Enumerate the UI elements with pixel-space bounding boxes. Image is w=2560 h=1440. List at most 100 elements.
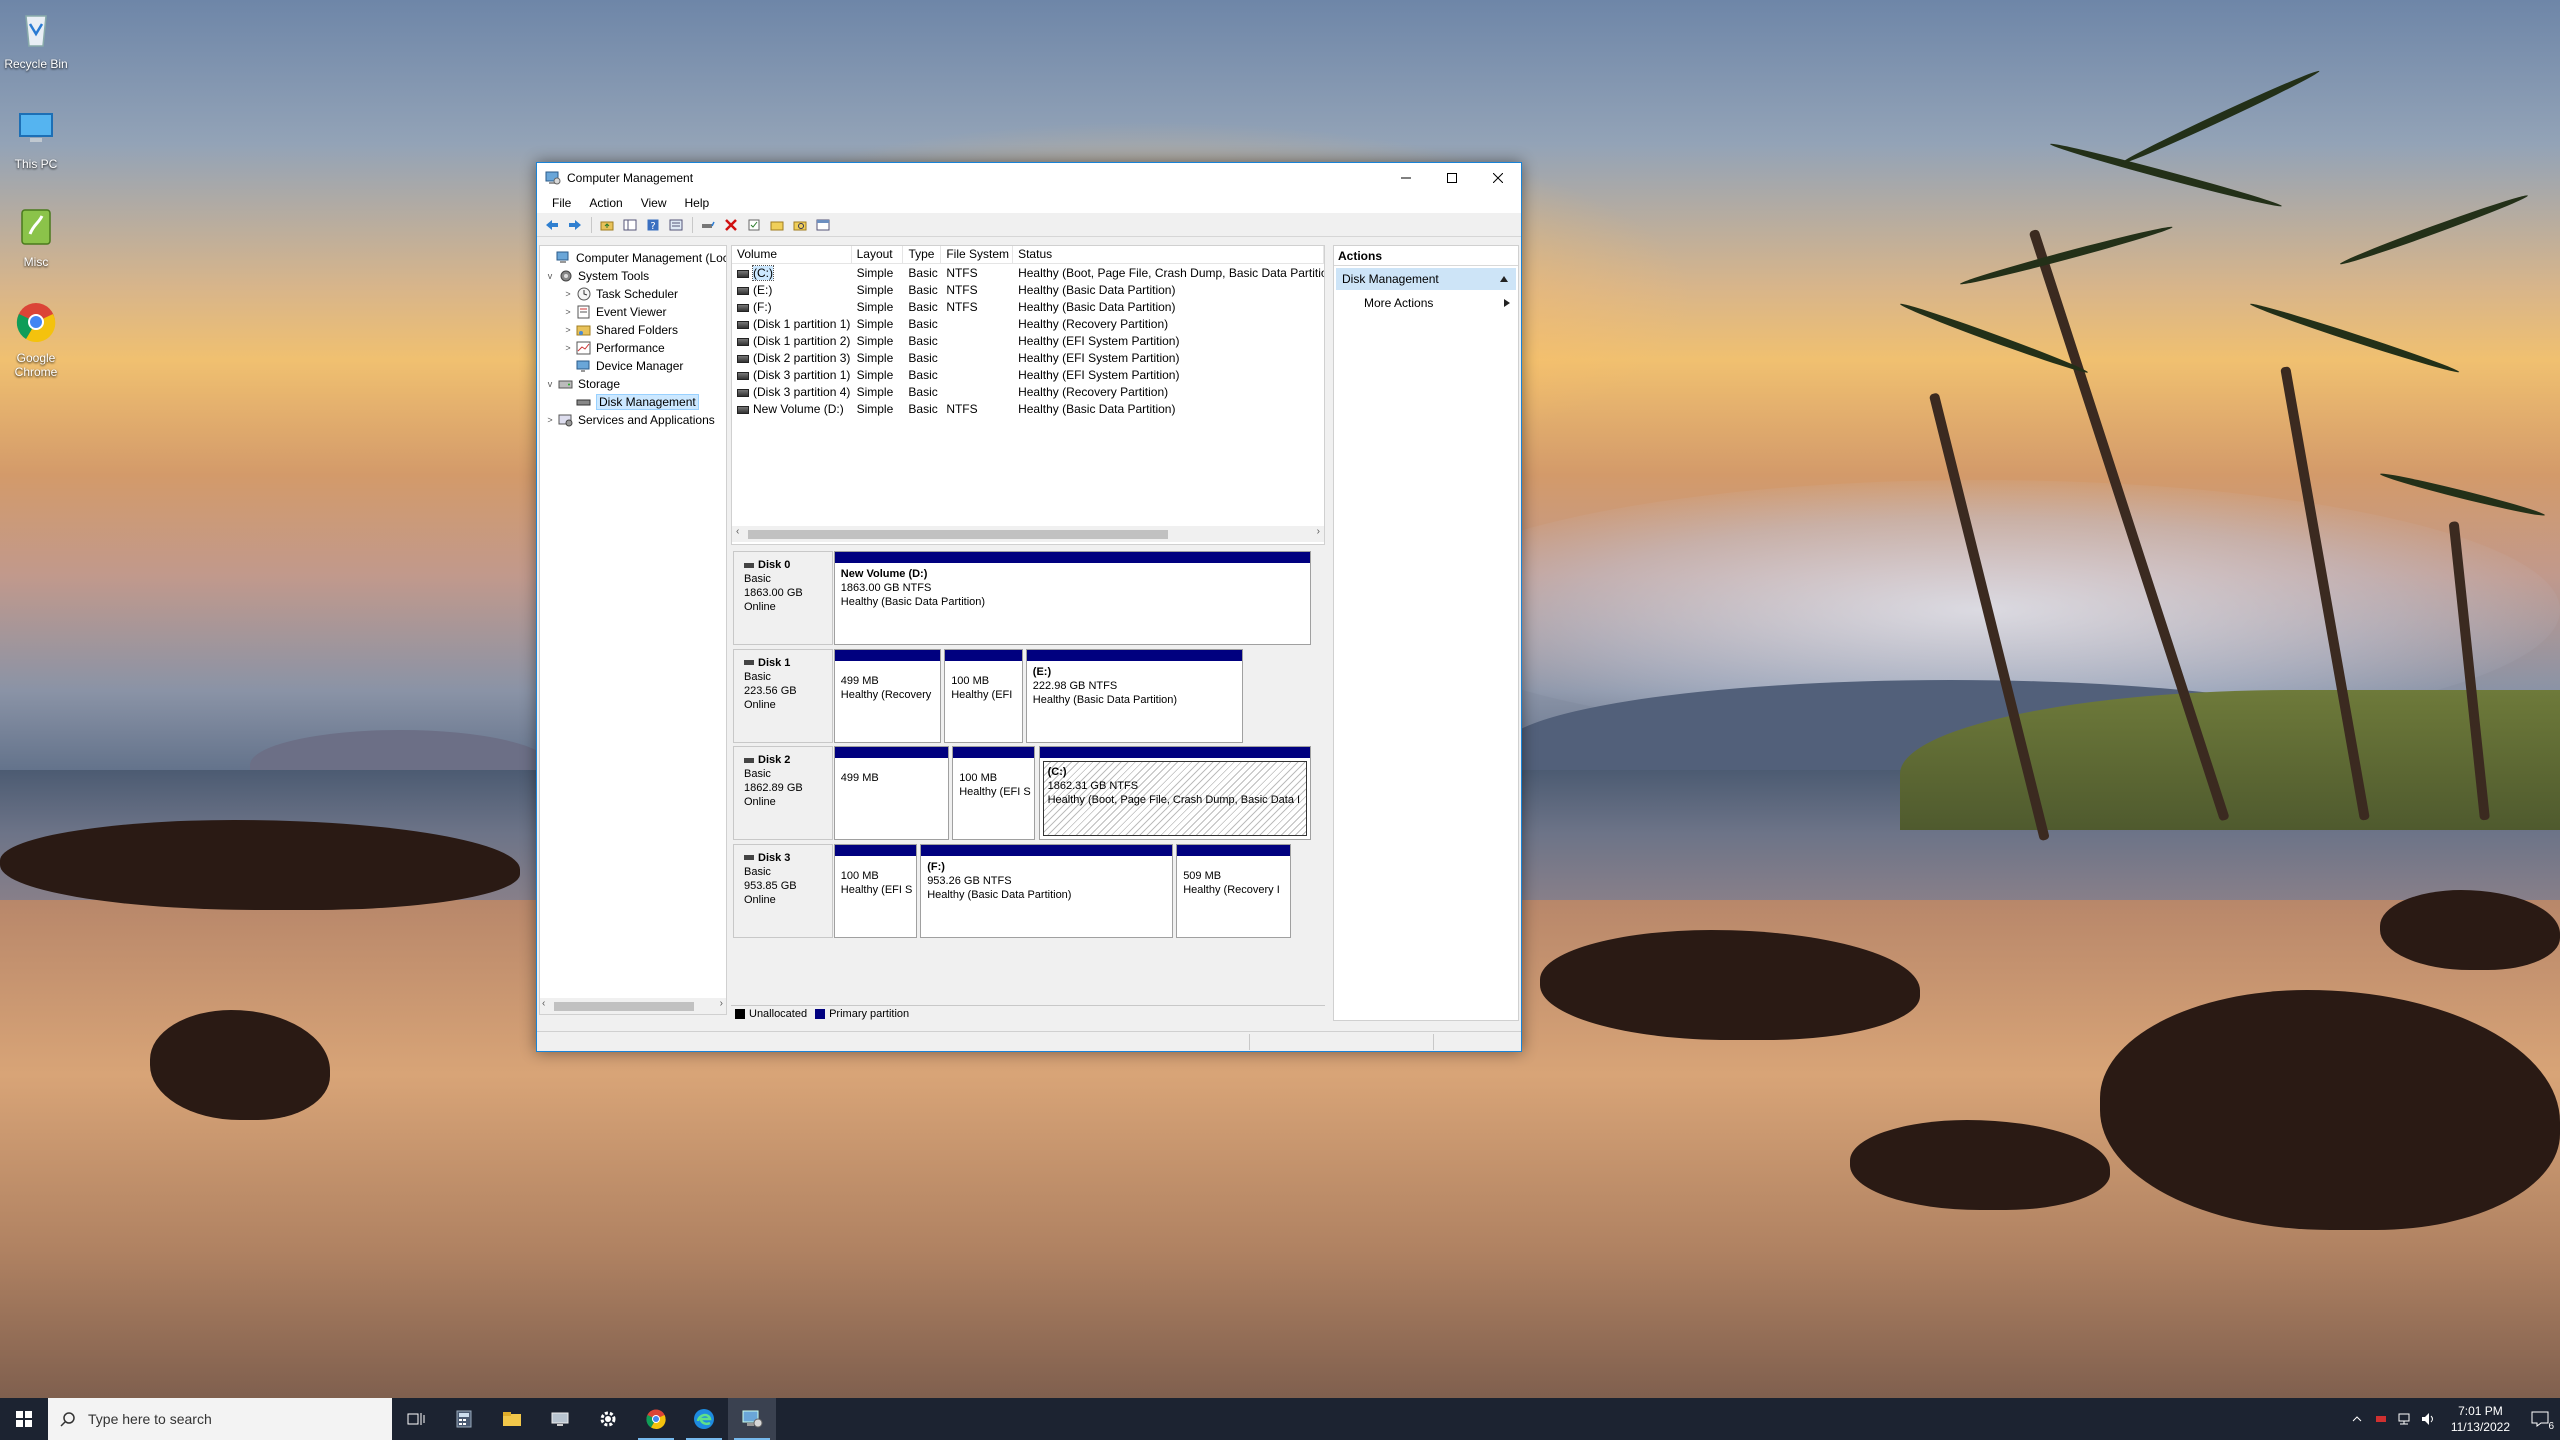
- partition-block[interactable]: 509 MB Healthy (Recovery I: [1176, 843, 1292, 938]
- tree-item-storage[interactable]: v Storage: [544, 375, 620, 393]
- volume-row[interactable]: (Disk 3 partition 1) Simple Basic Healthy (…: [732, 367, 1324, 384]
- expand-chevron-icon[interactable]: >: [562, 289, 574, 299]
- scroll-right-icon[interactable]: ›: [1317, 526, 1320, 537]
- check-button[interactable]: [743, 215, 765, 235]
- desktop-icon-misc[interactable]: Misc: [0, 204, 72, 269]
- tree-item-shared-folders[interactable]: > Shared Folders: [562, 321, 678, 339]
- forward-arrow-icon: [569, 219, 581, 230]
- column-header-status[interactable]: Status: [1013, 246, 1325, 263]
- taskbar-clock[interactable]: 7:01 PM 11/13/2022: [2441, 1403, 2520, 1435]
- expand-chevron-icon[interactable]: >: [562, 307, 574, 317]
- taskbar-computer-management[interactable]: [728, 1398, 776, 1440]
- tree-item-task-scheduler[interactable]: > Task Scheduler: [562, 285, 678, 303]
- show-hidden-icons-button[interactable]: [2345, 1398, 2369, 1440]
- partition-block[interactable]: (C:) 1862.31 GB NTFS Healthy (Boot, Page F…: [1038, 746, 1311, 841]
- disk-info[interactable]: Disk 0 Basic 1863.00 GB Online: [733, 551, 833, 645]
- disk-info[interactable]: Disk 1 Basic 223.56 GB Online: [733, 648, 833, 743]
- close-button[interactable]: [1475, 163, 1521, 193]
- tree-item-system-tools[interactable]: v System Tools: [544, 267, 649, 285]
- taskbar-calculator[interactable]: [440, 1398, 488, 1440]
- up-one-level-button[interactable]: [596, 215, 618, 235]
- search-folder-button[interactable]: [789, 215, 811, 235]
- desktop-icon-this-pc[interactable]: This PC: [0, 106, 72, 171]
- scroll-right-icon[interactable]: ›: [720, 998, 723, 1009]
- tree-item-performance[interactable]: > Performance: [562, 339, 664, 357]
- volume-button[interactable]: [2417, 1398, 2441, 1440]
- task-view-button[interactable]: [392, 1398, 440, 1440]
- disk-info[interactable]: Disk 2 Basic 1862.89 GB Online: [733, 746, 833, 841]
- collapse-chevron-icon[interactable]: v: [544, 379, 556, 389]
- back-button[interactable]: [541, 215, 563, 235]
- expand-chevron-icon[interactable]: >: [544, 415, 556, 425]
- system-tray: 7:01 PM 11/13/2022 6: [2345, 1398, 2560, 1440]
- scrollbar-thumb[interactable]: [748, 530, 1168, 539]
- partition-block[interactable]: 100 MB Healthy (EFI S: [833, 843, 917, 938]
- partition-block[interactable]: New Volume (D:) 1863.00 GB NTFS Healthy (B…: [833, 551, 1311, 645]
- partition-block[interactable]: 499 MB: [833, 746, 949, 841]
- properties-view-button[interactable]: [665, 215, 687, 235]
- taskbar-google-chrome[interactable]: [632, 1398, 680, 1440]
- tree-item-device-manager[interactable]: Device Manager: [562, 357, 683, 375]
- tree-item-disk-management[interactable]: Disk Management: [562, 393, 699, 411]
- volume-row[interactable]: (Disk 2 partition 3) Simple Basic Healthy (…: [732, 350, 1324, 367]
- volume-list-horizontal-scrollbar[interactable]: ‹ ›: [732, 526, 1324, 542]
- scrollbar-thumb[interactable]: [554, 1002, 694, 1011]
- column-header-layout[interactable]: Layout: [852, 246, 904, 263]
- disk-info[interactable]: Disk 3 Basic 953.85 GB Online: [733, 843, 833, 938]
- menu-action[interactable]: Action: [580, 196, 631, 210]
- help-button[interactable]: ?: [642, 215, 664, 235]
- minimize-button[interactable]: [1383, 163, 1429, 193]
- partition-block[interactable]: 499 MB Healthy (Recovery: [833, 648, 941, 743]
- tree-item-computer-management[interactable]: Computer Management (Local: [542, 249, 727, 267]
- tree-item-services-and-applications[interactable]: > Services and Applications: [544, 411, 714, 429]
- desktop-icon-google-chrome[interactable]: Google Chrome: [0, 300, 72, 379]
- new-folder-button[interactable]: [766, 215, 788, 235]
- menu-file[interactable]: File: [543, 196, 580, 210]
- partition-block[interactable]: (E:) 222.98 GB NTFS Healthy (Basic Data Pa…: [1025, 648, 1244, 743]
- primary-partition-bar: [945, 649, 1022, 661]
- taskbar-search-box[interactable]: Type here to search: [48, 1398, 392, 1440]
- volume-row[interactable]: (Disk 1 partition 1) Simple Basic Healthy (…: [732, 316, 1324, 333]
- connect-button[interactable]: [697, 215, 719, 235]
- expand-chevron-icon[interactable]: >: [562, 325, 574, 335]
- taskbar-app-computer[interactable]: [536, 1398, 584, 1440]
- tree-item-event-viewer[interactable]: > Event Viewer: [562, 303, 666, 321]
- delete-button[interactable]: [720, 215, 742, 235]
- more-view-button[interactable]: [812, 215, 834, 235]
- desktop-icon-recycle-bin[interactable]: Recycle Bin: [0, 6, 72, 71]
- start-button[interactable]: [0, 1398, 48, 1440]
- scroll-left-icon[interactable]: ‹: [736, 526, 739, 537]
- show-hide-console-tree-button[interactable]: [619, 215, 641, 235]
- tree-horizontal-scrollbar[interactable]: ‹ ›: [540, 998, 726, 1014]
- column-header-type[interactable]: Type: [903, 246, 942, 263]
- more-actions-item[interactable]: More Actions: [1334, 292, 1518, 314]
- volume-row[interactable]: (E:) Simple Basic NTFS Healthy (Basic Data P…: [732, 282, 1324, 299]
- partition-block[interactable]: 100 MB Healthy (EFI: [944, 648, 1023, 743]
- forward-button[interactable]: [564, 215, 586, 235]
- scroll-left-icon[interactable]: ‹: [542, 998, 545, 1009]
- volume-row[interactable]: (Disk 3 partition 4) Simple Basic Healthy (…: [732, 384, 1324, 401]
- menu-view[interactable]: View: [632, 196, 676, 210]
- column-header-file-system[interactable]: File System: [941, 246, 1014, 263]
- collapse-chevron-icon[interactable]: v: [544, 271, 556, 281]
- maximize-button[interactable]: [1429, 163, 1475, 193]
- taskbar-settings[interactable]: [584, 1398, 632, 1440]
- column-header-volume[interactable]: Volume: [732, 246, 852, 263]
- tray-app-icon-button[interactable]: [2369, 1398, 2393, 1440]
- menu-help[interactable]: Help: [676, 196, 719, 210]
- expand-chevron-icon[interactable]: >: [562, 343, 574, 353]
- volume-row[interactable]: (F:) Simple Basic NTFS Healthy (Basic Data P…: [732, 299, 1324, 316]
- network-button[interactable]: [2393, 1398, 2417, 1440]
- volume-row[interactable]: (C:) Simple Basic NTFS Healthy (Boot, Page F…: [732, 265, 1324, 282]
- actions-section-disk-management[interactable]: Disk Management: [1336, 268, 1516, 290]
- notification-center-button[interactable]: 6: [2520, 1398, 2560, 1440]
- taskbar-file-explorer[interactable]: [488, 1398, 536, 1440]
- collapse-up-icon[interactable]: [1500, 276, 1508, 282]
- taskbar-microsoft-edge[interactable]: [680, 1398, 728, 1440]
- tree-item-label: Computer Management (Local: [576, 251, 727, 265]
- volume-row[interactable]: New Volume (D:) Simple Basic NTFS Healthy (B…: [732, 401, 1324, 418]
- partition-block[interactable]: 100 MB Healthy (EFI S: [952, 746, 1036, 841]
- volume-row[interactable]: (Disk 1 partition 2) Simple Basic Healthy (…: [732, 333, 1324, 350]
- partition-block[interactable]: (F:) 953.26 GB NTFS Healthy (Basic Data Pa…: [920, 843, 1173, 938]
- title-bar[interactable]: Computer Management: [537, 163, 1521, 193]
